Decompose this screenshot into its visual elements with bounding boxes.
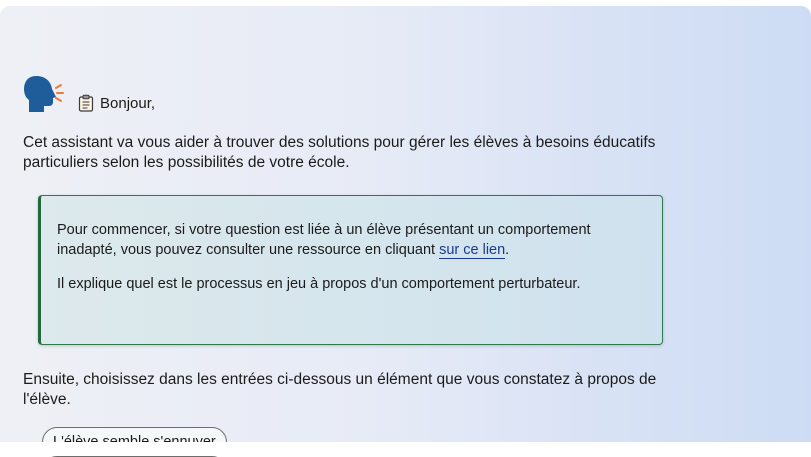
callout-text: Pour commencer, si votre question est li…: [57, 222, 591, 258]
info-callout: Pour commencer, si votre question est li…: [38, 195, 663, 345]
intro-text: Cet assistant va vous aider à trouver de…: [23, 134, 656, 171]
next-instruction: Ensuite, choisissez dans les entrées ci-…: [23, 371, 657, 408]
clipboard-icon: [78, 94, 94, 112]
callout-paragraph-1: Pour commencer, si votre question est li…: [57, 220, 646, 260]
greeting-line: Bonjour,: [78, 94, 155, 112]
chat-panel: Bonjour, Cet assistant va vous aider à t…: [0, 6, 811, 442]
speaking-head-icon: [24, 76, 64, 112]
greeting-text: Bonjour,: [100, 94, 156, 112]
callout-paragraph-2: Il explique quel est le processus en jeu…: [57, 276, 581, 292]
resource-link[interactable]: sur ce lien: [439, 242, 506, 259]
callout-period: .: [505, 242, 510, 258]
bottom-edge: [0, 442, 811, 456]
